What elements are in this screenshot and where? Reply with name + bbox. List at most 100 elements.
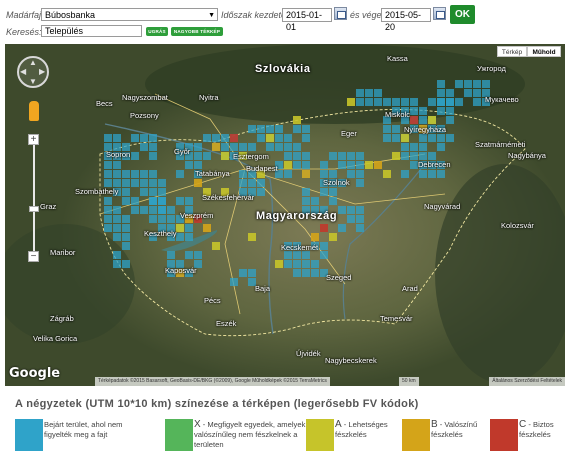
utm-grid-square [293,152,301,160]
end-calendar-icon[interactable] [433,7,446,20]
zoom-track[interactable] [33,139,35,259]
city-label: Nagyszombat [122,93,168,102]
utm-grid-square [446,134,454,142]
ok-button[interactable]: OK [450,5,475,24]
pan-left-icon[interactable]: ◀ [20,68,26,76]
end-date-input[interactable]: 2015-05-20 [381,8,431,32]
scale-bar: 50 km [399,377,419,386]
utm-grid-square [248,143,256,151]
utm-grid-square [185,224,193,232]
utm-grid-square [113,170,121,178]
utm-grid-square [104,206,112,214]
utm-grid-square [284,251,292,259]
utm-grid-square [383,170,391,178]
search-input[interactable]: Település [41,25,142,37]
utm-grid-square [230,278,238,286]
utm-grid-square [419,134,427,142]
start-calendar-icon[interactable] [334,7,347,20]
utm-grid-square [140,170,148,178]
utm-grid-square [419,170,427,178]
utm-grid-square [410,161,418,169]
utm-grid-square [392,125,400,133]
zoom-slider-handle[interactable] [29,206,39,212]
city-label: Miskolc [385,110,411,119]
utm-grid-square [104,161,112,169]
zoom-out-button[interactable]: − [28,251,39,262]
utm-grid-square [140,143,148,151]
map[interactable]: Térkép Műhold Szlovákia Magyarország Kas… [5,44,565,386]
utm-grid-square [185,251,193,259]
city-label: Esztergom [233,152,269,161]
utm-grid-square [131,179,139,187]
utm-grid-square [158,179,166,187]
utm-grid-square [176,197,184,205]
utm-grid-square [284,152,292,160]
utm-grid-square [302,260,310,268]
utm-grid-square [410,98,418,106]
start-date-input[interactable]: 2015-01-01 [282,8,332,32]
utm-grid-square [356,89,364,97]
utm-grid-square [446,89,454,97]
utm-grid-square [365,89,373,97]
utm-grid-square [401,170,409,178]
bigger-map-button[interactable]: NAGYOBB TÉRKÉP [171,27,223,36]
utm-grid-square [302,188,310,196]
utm-grid-square [203,134,211,142]
utm-grid-square [302,134,310,142]
city-label: Eger [341,129,357,138]
legend-text-a: A - Lehetséges fészkelés [335,419,388,440]
utm-grid-square [140,179,148,187]
map-type-road[interactable]: Térkép [497,46,527,57]
utm-grid-square [437,134,445,142]
utm-grid-square [176,170,184,178]
utm-grid-square [293,116,301,124]
map-type-satellite[interactable]: Műhold [527,46,561,57]
pegman-icon[interactable] [29,101,39,121]
period-start-label: Időszak kezdete: [221,10,289,20]
utm-grid-square [293,161,301,169]
utm-grid-square [365,98,373,106]
utm-grid-square [149,215,157,223]
utm-grid-square [356,161,364,169]
utm-grid-square [329,197,337,205]
utm-grid-square [113,215,121,223]
utm-grid-square [131,152,139,160]
city-label: Мукачево [485,95,519,104]
utm-grid-square [275,125,283,133]
utm-grid-square [149,134,157,142]
city-label: Debrecen [418,160,451,169]
go-button[interactable]: UGRÁS [146,27,168,36]
zoom-in-button[interactable]: + [28,134,39,145]
city-label: Keszthely [144,229,177,238]
utm-grid-square [320,242,328,250]
pan-right-icon[interactable]: ▶ [39,68,45,76]
utm-grid-square [284,143,292,151]
utm-grid-square [185,197,193,205]
pan-up-icon[interactable]: ▲ [29,59,37,67]
utm-grid-square [257,188,265,196]
utm-grid-square [167,206,175,214]
utm-grid-square [284,134,292,142]
utm-grid-square [320,170,328,178]
utm-grid-square [149,152,157,160]
utm-grid-square [149,206,157,214]
legend-text-c: C - Biztos fészkelés [519,419,554,440]
google-logo[interactable]: Google [9,366,60,381]
pan-down-icon[interactable]: ▼ [29,78,37,86]
species-select[interactable]: Búbosbanka ▼ [41,8,218,21]
utm-grid-square [212,242,220,250]
utm-grid-square [446,98,454,106]
city-label: Pécs [204,296,221,305]
utm-grid-square [221,152,229,160]
species-value: Búbosbanka [45,10,96,20]
terms-link[interactable]: Általános Szerződési Feltételek [489,377,565,386]
utm-grid-square [374,89,382,97]
utm-grid-square [113,233,121,241]
utm-grid-square [239,269,247,277]
legend-swatch-x [165,419,193,451]
pan-control[interactable]: ▲ ▼ ◀ ▶ [17,56,49,88]
utm-grid-square [104,224,112,232]
city-label: Újvidék [296,349,321,358]
utm-grid-square [239,179,247,187]
utm-grid-square [194,143,202,151]
